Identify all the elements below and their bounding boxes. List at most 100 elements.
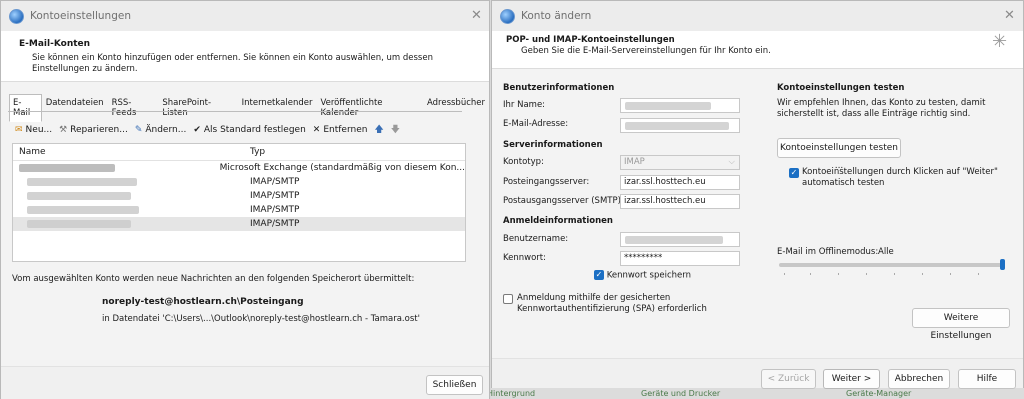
close-button[interactable]: Schließen bbox=[426, 375, 483, 395]
change-button[interactable]: ✎ Ändern... bbox=[135, 125, 187, 135]
more-settings-button[interactable]: Weitere Einstellungen bbox=[912, 308, 1010, 341]
tab-address-books[interactable]: Adressbücher bbox=[423, 94, 489, 122]
list-item[interactable]: Microsoft Exchange (standardmäßig von di… bbox=[13, 161, 465, 175]
account-settings-window: Kontoeinstellungen ✕ E-Mail-Konten Sie k… bbox=[0, 0, 490, 399]
tab-rss-feeds[interactable]: RSS-Feeds bbox=[108, 94, 159, 122]
save-password-option[interactable]: ✓ Kennwort speichern bbox=[594, 270, 691, 281]
new-button[interactable]: ✉ Neu... bbox=[15, 125, 52, 135]
outlook-icon bbox=[9, 8, 24, 24]
window-title: Konto ändern bbox=[521, 10, 592, 22]
header-description: Sie können ein Konto hinzufügen oder ent… bbox=[32, 53, 433, 74]
auto-test-option[interactable]: ✓ Kontoeinstellungen durch Klicken auf "… bbox=[789, 167, 998, 189]
set-default-button[interactable]: ✔ Als Standard festlegen bbox=[193, 125, 305, 135]
accounts-list: Name Typ Microsoft Exchange (standardmäß… bbox=[12, 143, 466, 262]
change-icon: ✎ bbox=[134, 125, 143, 135]
close-icon[interactable]: ✕ bbox=[471, 8, 482, 23]
tab-panel-border bbox=[8, 111, 462, 112]
incoming-server-label: Posteingangsserver: bbox=[503, 177, 590, 187]
tab-bar: E-Mail Datendateien RSS-Feeds SharePoint… bbox=[9, 94, 489, 122]
password-field[interactable]: ********* bbox=[620, 251, 740, 266]
slider-tick bbox=[838, 273, 839, 275]
move-down-icon[interactable]: 🡇 bbox=[391, 122, 400, 138]
checkbox-unchecked-icon[interactable] bbox=[503, 294, 513, 304]
redacted-value bbox=[625, 102, 711, 110]
offline-mode-label: E-Mail im Offlinemodus: bbox=[777, 247, 879, 257]
dialog-header: E-Mail-Konten Sie können ein Konto hinzu… bbox=[1, 31, 489, 82]
account-type: IMAP/SMTP bbox=[250, 205, 300, 215]
slider-tick bbox=[922, 273, 923, 275]
spa-label-line2: Kennwortauthentifizierung (SPA) erforder… bbox=[517, 304, 707, 314]
list-item[interactable]: IMAP/SMTP bbox=[13, 189, 465, 203]
redacted-name bbox=[27, 178, 137, 186]
checkmark-circle-icon: ✔ bbox=[193, 125, 201, 135]
change-account-window: Konto ändern ✕ POP- und IMAP-Kontoeinste… bbox=[491, 0, 1024, 389]
repair-button[interactable]: ⚒ Reparieren... bbox=[59, 125, 128, 135]
column-header-type[interactable]: Typ bbox=[248, 147, 265, 157]
test-description: Wir empfehlen Ihnen, das Konto zu testen… bbox=[777, 98, 986, 119]
save-password-label: Kennwort speichern bbox=[606, 270, 691, 281]
list-header: Name Typ bbox=[13, 144, 465, 161]
column-header-name[interactable]: Name bbox=[13, 144, 248, 160]
remove-button[interactable]: ✕ Entfernen bbox=[313, 125, 368, 135]
background-strip: Hintergrund Geräte und Drucker Geräte-Ma… bbox=[487, 388, 1024, 399]
server-info-heading: Serverinformationen bbox=[503, 140, 603, 150]
move-up-icon[interactable]: 🡅 bbox=[374, 122, 383, 138]
tab-sharepoint-lists[interactable]: SharePoint-Listen bbox=[158, 94, 237, 122]
tab-internet-calendars[interactable]: Internetkalender bbox=[238, 94, 317, 122]
sparkle-cursor-icon: ✳ bbox=[992, 31, 1008, 52]
window-title: Kontoeinstellungen bbox=[30, 10, 131, 22]
repair-icon: ⚒ bbox=[59, 125, 68, 135]
list-item[interactable]: IMAP/SMTP bbox=[13, 203, 465, 217]
name-label: Ihr Name: bbox=[503, 100, 546, 110]
back-button[interactable]: < Zurück bbox=[761, 369, 816, 389]
slider-tick bbox=[950, 273, 951, 275]
delivery-folder: noreply-test@hostlearn.ch\Posteingang bbox=[102, 297, 304, 307]
checkbox-checked-icon[interactable]: ✓ bbox=[789, 168, 799, 178]
name-field[interactable] bbox=[620, 98, 740, 113]
tab-published-calendars[interactable]: Veröffentlichte Kalender bbox=[316, 94, 423, 122]
slider-tick bbox=[784, 273, 785, 275]
remove-icon: ✕ bbox=[312, 125, 321, 135]
repair-label: Reparieren... bbox=[70, 125, 128, 135]
user-info-heading: Benutzerinformationen bbox=[503, 83, 615, 93]
account-type: Microsoft Exchange (standardmäßig von di… bbox=[219, 163, 465, 173]
new-label: Neu... bbox=[25, 125, 53, 135]
offline-mode-slider[interactable] bbox=[779, 263, 1005, 267]
list-item[interactable]: IMAP/SMTP bbox=[13, 175, 465, 189]
list-item[interactable]: IMAP/SMTP bbox=[13, 217, 465, 231]
outgoing-server-field[interactable]: izar.ssl.hosttech.eu bbox=[620, 194, 740, 209]
slider-tick bbox=[894, 273, 895, 275]
header-title: POP- und IMAP-Kontoeinstellungen bbox=[506, 35, 675, 45]
close-icon[interactable]: ✕ bbox=[1004, 8, 1015, 23]
slider-thumb[interactable] bbox=[1000, 259, 1005, 270]
tab-email[interactable]: E-Mail bbox=[9, 94, 42, 122]
new-account-icon: ✉ bbox=[15, 125, 23, 135]
remove-label: Entfernen bbox=[323, 125, 368, 135]
cancel-button[interactable]: Abbrechen bbox=[888, 369, 950, 389]
account-type: IMAP/SMTP bbox=[250, 191, 300, 201]
slider-tick bbox=[810, 273, 811, 275]
username-field[interactable] bbox=[620, 232, 740, 247]
username-label: Benutzername: bbox=[503, 234, 569, 244]
email-label: E-Mail-Adresse: bbox=[503, 119, 569, 129]
email-field[interactable] bbox=[620, 118, 740, 133]
dialog-header: POP- und IMAP-Kontoeinstellungen Geben S… bbox=[492, 31, 1023, 69]
help-button[interactable]: Hilfe bbox=[958, 369, 1016, 389]
set-default-label: Als Standard festlegen bbox=[203, 125, 306, 135]
auto-test-line2: automatisch testen bbox=[802, 178, 885, 188]
header-description: Geben Sie die E-Mail-Servereinstellungen… bbox=[521, 46, 771, 56]
delivery-text: Vom ausgewählten Konto werden neue Nachr… bbox=[12, 274, 415, 284]
title-bar: Kontoeinstellungen ✕ bbox=[1, 1, 489, 31]
background-item: Hintergrund bbox=[487, 389, 536, 398]
spa-option[interactable]: Anmeldung mithilfe der gesicherten Kennw… bbox=[503, 293, 707, 315]
tab-data-files[interactable]: Datendateien bbox=[42, 94, 108, 122]
test-settings-button[interactable]: Kontoeinstellungen testen ... bbox=[777, 138, 901, 171]
background-item: Geräte-Manager bbox=[846, 389, 912, 398]
checkbox-checked-icon[interactable]: ✓ bbox=[594, 270, 604, 280]
incoming-server-field[interactable]: izar.ssl.hosttech.eu bbox=[620, 175, 740, 190]
account-type-label: Kontotyp: bbox=[503, 157, 544, 167]
slider-tick bbox=[978, 273, 979, 275]
login-heading: Anmeldeinformationen bbox=[503, 216, 613, 226]
account-type-value: IMAP bbox=[624, 157, 645, 167]
next-button[interactable]: Weiter > bbox=[823, 369, 880, 389]
